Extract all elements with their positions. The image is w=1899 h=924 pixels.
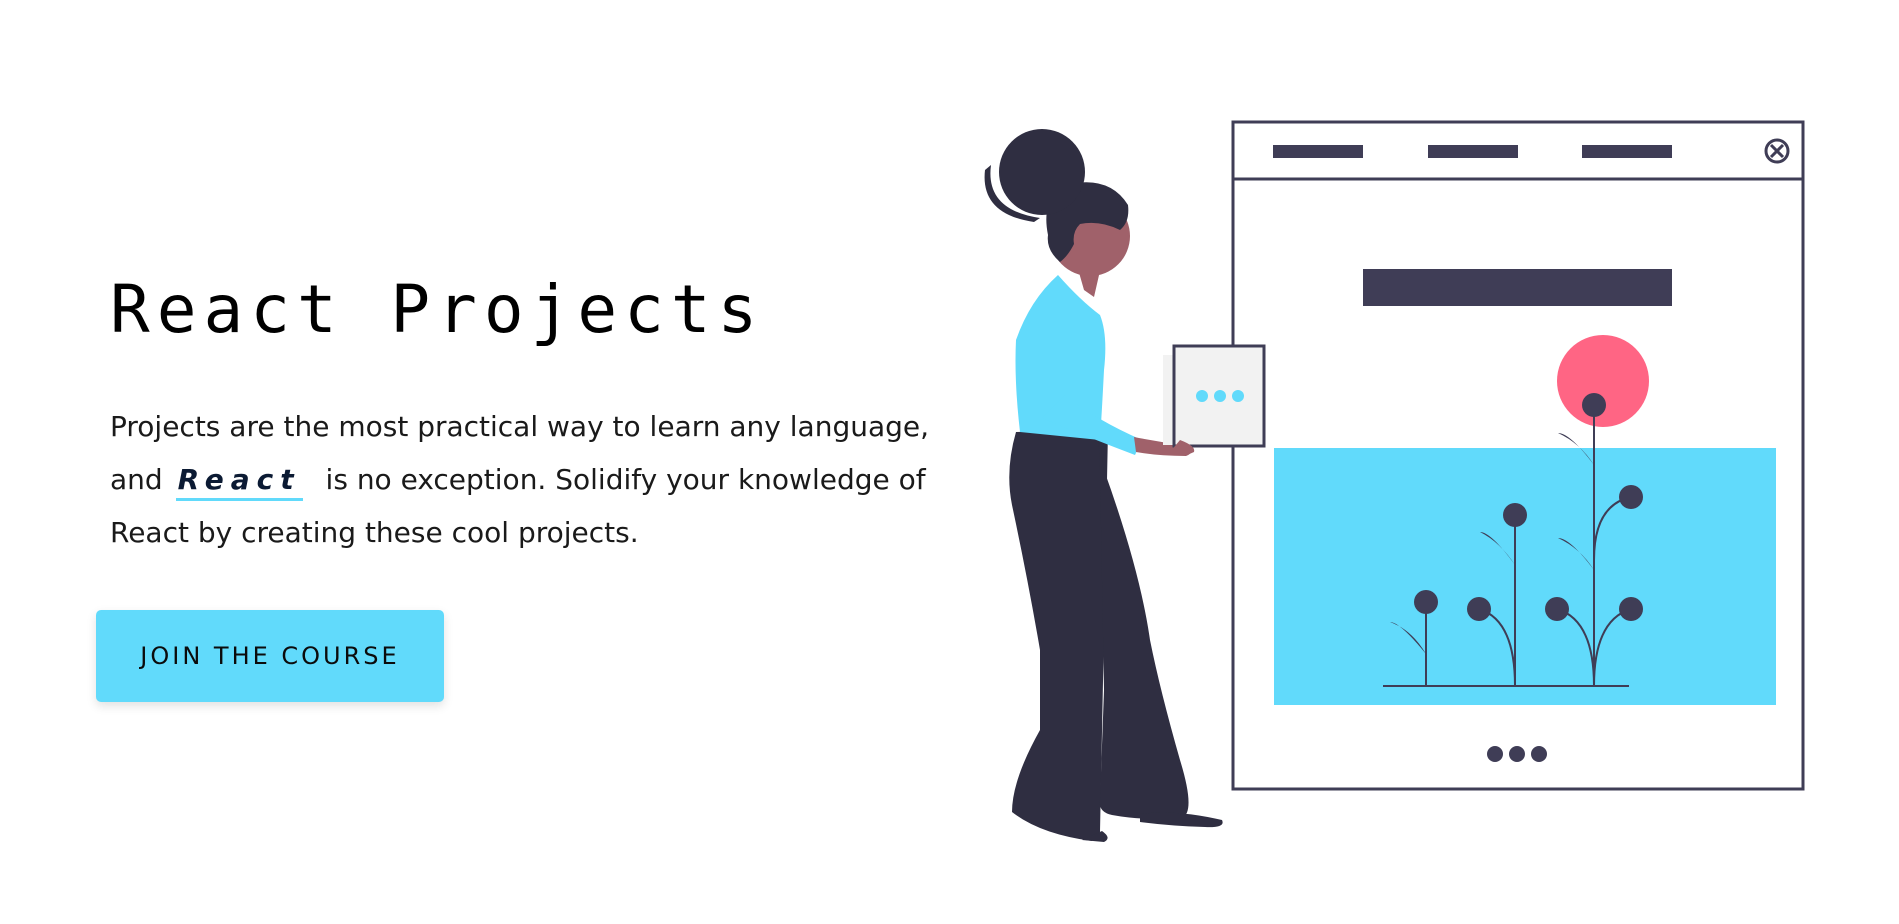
nav-bar-2 [1428, 145, 1518, 158]
heading-bar [1363, 269, 1672, 306]
card-dots-icon [1196, 390, 1244, 402]
woman-illustration [984, 129, 1266, 842]
hair-bun [999, 129, 1085, 215]
sun-circle [1557, 335, 1649, 427]
nav-bar-1 [1273, 145, 1363, 158]
browser-window-illustration [1231, 120, 1805, 791]
hero-image-block [1274, 448, 1776, 705]
hero-illustration [984, 120, 1805, 842]
nav-bar-3 [1582, 145, 1672, 158]
ellipsis-icon [1487, 746, 1547, 762]
